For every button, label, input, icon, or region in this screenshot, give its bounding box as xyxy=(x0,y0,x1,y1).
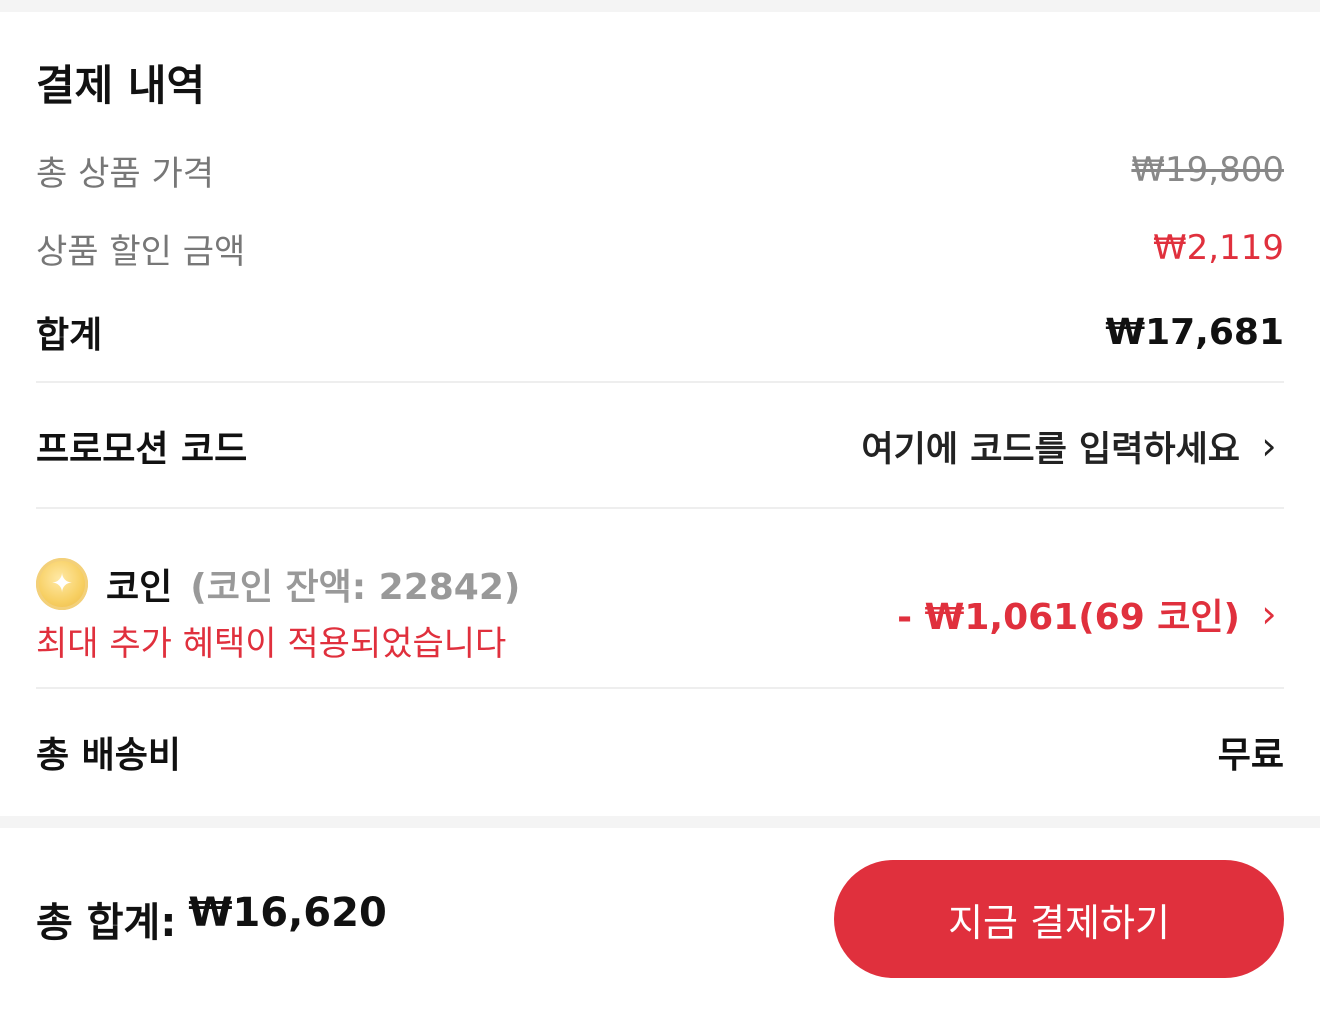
grand-total-label: 총 합계: xyxy=(36,900,177,946)
product-discount-label: 상품 할인 금액 xyxy=(36,231,246,272)
promo-code-label: 프로모션 코드 xyxy=(36,429,248,470)
coin-row[interactable]: ✦ 코인 (코인 잔액: 22842) 최대 추가 혜택이 적용되었습니다 - … xyxy=(36,552,1284,672)
total-product-price-value: ₩19,800 xyxy=(1131,150,1284,190)
section-title: 결제 내역 xyxy=(36,61,206,110)
shipping-label: 총 배송비 xyxy=(36,735,182,776)
pay-now-button[interactable]: 지금 결제하기 xyxy=(834,860,1284,978)
subtotal-label: 합계 xyxy=(36,315,103,356)
coin-benefit-note: 최대 추가 혜택이 적용되었습니다 xyxy=(36,624,507,664)
coin-balance: (코인 잔액: 22842) xyxy=(190,567,521,608)
promo-code-placeholder[interactable]: 여기에 코드를 입력하세요 xyxy=(861,421,1240,472)
product-discount-value: ₩2,119 xyxy=(1153,228,1284,268)
promo-code-entry[interactable]: 여기에 코드를 입력하세요 › xyxy=(861,421,1284,472)
checkout-bar: 총 합계: ₩16,620 지금 결제하기 xyxy=(0,828,1320,1016)
promo-code-row[interactable]: 프로모션 코드 여기에 코드를 입력하세요 › xyxy=(36,416,1284,476)
coin-label: 코인 xyxy=(106,567,173,608)
shipping-value: 무료 xyxy=(1217,735,1284,776)
coin-discount-value: - ₩1,061(69 코인) xyxy=(897,597,1240,638)
chevron-right-icon: › xyxy=(1261,424,1277,468)
grand-total-value: ₩16,620 xyxy=(188,890,387,936)
coin-discount-selector[interactable]: - ₩1,061(69 코인) › xyxy=(897,588,1284,640)
divider xyxy=(36,381,1284,383)
payment-details-card: 결제 내역 총 상품 가격 ₩19,800 상품 할인 금액 ₩2,119 합계… xyxy=(0,12,1320,816)
chevron-right-icon: › xyxy=(1261,592,1277,636)
divider xyxy=(36,687,1284,689)
total-product-price-label: 총 상품 가격 xyxy=(36,153,215,194)
shipping-row: 총 배송비 무료 xyxy=(36,722,1284,782)
coin-header: ✦ 코인 (코인 잔액: 22842) xyxy=(36,558,520,610)
total-product-price-row: 총 상품 가격 ₩19,800 xyxy=(36,140,1284,200)
subtotal-value: ₩17,681 xyxy=(1105,311,1284,353)
product-discount-row: 상품 할인 금액 ₩2,119 xyxy=(36,218,1284,278)
grand-total: 총 합계: ₩16,620 xyxy=(36,890,387,948)
subtotal-row: 합계 ₩17,681 xyxy=(36,302,1284,362)
coin-sparkle-icon: ✦ xyxy=(36,558,88,610)
divider xyxy=(36,507,1284,509)
